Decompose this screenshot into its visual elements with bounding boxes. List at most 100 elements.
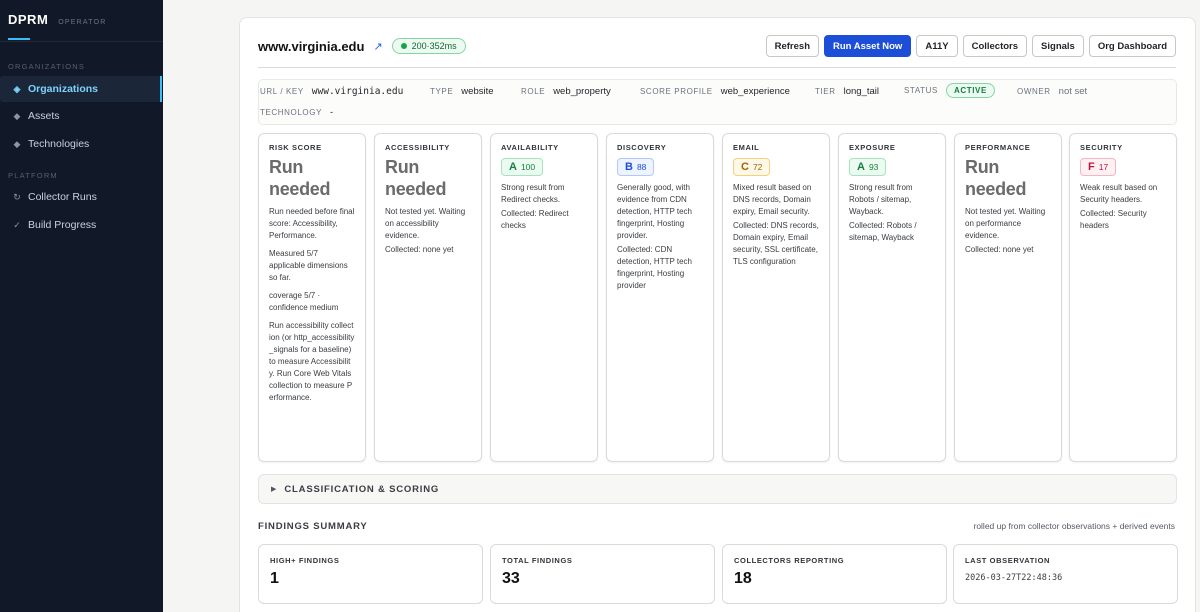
meta-profile-value: web_experience	[720, 86, 790, 97]
performance-card[interactable]: PERFORMANCE Run needed Not tested yet. W…	[954, 133, 1062, 462]
sidebar-item-technologies[interactable]: ◆ Technologies	[0, 131, 162, 157]
risk-score-card: RISK SCORE Run needed Run needed before …	[258, 133, 366, 462]
accessibility-label: ACCESSIBILITY	[385, 143, 450, 152]
performance-label: PERFORMANCE	[965, 143, 1031, 152]
refresh-icon: ↻	[13, 191, 21, 202]
stat-label: TOTAL FINDINGS	[502, 556, 573, 565]
stat-label: COLLECTORS REPORTING	[734, 556, 845, 565]
stat-total-findings: TOTAL FINDINGS 33	[490, 544, 715, 604]
exposure-label: EXPOSURE	[849, 143, 896, 152]
meta-role-value: web_property	[553, 86, 611, 97]
risk-score-label: RISK SCORE	[269, 143, 322, 152]
accessibility-status: Run needed	[385, 157, 447, 199]
exposure-collected: Collected: Robots / sitemap, Wayback	[849, 221, 917, 242]
asset-title: www.virginia.edu	[258, 38, 365, 54]
stat-last-observation: LAST OBSERVATION 2026-03-27T22:48:36	[953, 544, 1178, 604]
discovery-label: DISCOVERY	[617, 143, 667, 152]
brand-underline	[8, 38, 30, 40]
stat-label: LAST OBSERVATION	[965, 556, 1051, 565]
availability-card[interactable]: AVAILABILITY A 100 Strong result from Re…	[490, 133, 598, 462]
availability-grade-badge: A 100	[501, 158, 544, 176]
grade-score: 88	[636, 162, 647, 172]
accessibility-collected: Collected: none yet	[385, 245, 454, 254]
brand: DPRM OPERATOR	[0, 0, 163, 27]
app-name: DPRM	[8, 12, 49, 27]
accessibility-detail: Not tested yet. Waiting on accessibility…	[385, 207, 466, 240]
sidebar-item-label: Build Progress	[28, 219, 97, 231]
email-label: EMAIL	[733, 143, 760, 152]
grade-score: 17	[1098, 162, 1109, 172]
risk-score-detail: Run needed before final score: Accessibi…	[269, 207, 355, 240]
email-card[interactable]: EMAIL C 72 Mixed result based on DNS rec…	[722, 133, 830, 462]
stat-value: 2026-03-27T22:48:36	[965, 573, 1063, 583]
external-link-icon[interactable]: ↗	[373, 40, 382, 53]
refresh-button[interactable]: Refresh	[765, 35, 819, 57]
findings-summary-title: FINDINGS SUMMARY	[258, 521, 368, 532]
app-subtitle: OPERATOR	[58, 19, 107, 26]
discovery-grade-badge: B 88	[617, 158, 655, 176]
availability-detail: Strong result from Redirect checks.	[501, 183, 565, 204]
availability-label: AVAILABILITY	[501, 143, 559, 152]
grade-score: 93	[868, 162, 879, 172]
risk-score-confidence: coverage 5/7 · confidence medium	[269, 291, 339, 312]
meta-technology: TECHNOLOGY -	[260, 107, 333, 118]
performance-status: Run needed	[965, 157, 1027, 199]
security-detail: Weak result based on Security headers.	[1080, 183, 1158, 204]
security-collected: Collected: Security headers	[1080, 209, 1147, 230]
meta-tier-value: long_tail	[843, 86, 880, 97]
meta-role-label: ROLE	[521, 87, 546, 96]
asset-header: www.virginia.edu ↗ 200·352ms	[258, 38, 466, 54]
sidebar-item-label: Technologies	[28, 138, 90, 150]
status-badge: ACTIVE	[945, 83, 995, 98]
grade-letter: C	[741, 161, 749, 173]
signals-button[interactable]: Signals	[1032, 35, 1084, 57]
diamond-small-icon: ◆	[13, 110, 21, 121]
sidebar-item-label: Assets	[28, 110, 60, 122]
org-dashboard-button[interactable]: Org Dashboard	[1088, 35, 1176, 57]
security-grade-badge: F 17	[1080, 158, 1117, 176]
security-card[interactable]: SECURITY F 17 Weak result based on Secur…	[1069, 133, 1177, 462]
exposure-card[interactable]: EXPOSURE A 93 Strong result from Robots …	[838, 133, 946, 462]
grade-letter: A	[509, 161, 517, 173]
meta-url-value: www.virginia.edu	[311, 86, 404, 97]
asset-meta: URL / KEY www.virginia.edu TYPE website RO…	[258, 79, 1177, 125]
email-collected: Collected: DNS records, Domain expiry, E…	[733, 221, 819, 266]
meta-tier-label: TIER	[815, 87, 836, 96]
sidebar-item-collector-runs[interactable]: ↻ Collector Runs	[0, 184, 162, 210]
meta-profile-label: SCORE PROFILE	[640, 87, 713, 96]
meta-status-label: STATUS	[904, 86, 938, 95]
classification-label: CLASSIFICATION & SCORING	[284, 483, 440, 495]
risk-score-coverage: Measured 5/7 applicable dimensions so fa…	[269, 249, 348, 282]
meta-tech-label: TECHNOLOGY	[260, 108, 323, 117]
grade-letter: B	[625, 161, 633, 173]
performance-detail: Not tested yet. Waiting on performance e…	[965, 207, 1046, 240]
meta-type: TYPE website	[430, 86, 494, 97]
sidebar-section-platform: PLATFORM	[8, 171, 58, 180]
grade-score: 72	[752, 162, 763, 172]
meta-status: STATUS ACTIVE	[904, 83, 995, 98]
sidebar-item-assets[interactable]: ◆ Assets	[0, 103, 162, 129]
grade-letter: A	[857, 161, 865, 173]
meta-role: ROLE web_property	[521, 86, 611, 97]
sidebar-item-organizations[interactable]: ◈ Organizations	[0, 76, 162, 102]
security-label: SECURITY	[1080, 143, 1123, 152]
latency-badge: 200·352ms	[391, 38, 466, 54]
a11y-button[interactable]: A11Y	[916, 35, 958, 57]
asset-detail-card: www.virginia.edu ↗ 200·352ms Refresh Run…	[239, 17, 1196, 612]
classification-scoring-toggle[interactable]: ▶ CLASSIFICATION & SCORING	[258, 474, 1177, 504]
expand-triangle-icon: ▶	[271, 486, 277, 493]
accessibility-card[interactable]: ACCESSIBILITY Run needed Not tested yet.…	[374, 133, 482, 462]
sidebar-item-build-progress[interactable]: ✓ Build Progress	[0, 212, 162, 238]
diamond-icon: ◈	[13, 83, 21, 94]
availability-collected: Collected: Redirect checks	[501, 209, 569, 230]
run-asset-now-button[interactable]: Run Asset Now	[824, 35, 912, 57]
risk-score-status: Run needed	[269, 157, 331, 199]
discovery-card[interactable]: DISCOVERY B 88 Generally good, with evid…	[606, 133, 714, 462]
collectors-button[interactable]: Collectors	[962, 35, 1028, 57]
meta-owner-label: OWNER	[1017, 87, 1051, 96]
risk-score-guidance: Run accessibility collection (or http_ac…	[269, 321, 355, 402]
toolbar: Refresh Run Asset Now A11Y Collectors Si…	[765, 35, 1176, 57]
sidebar-item-label: Collector Runs	[28, 191, 97, 203]
exposure-grade-badge: A 93	[849, 158, 887, 176]
stat-high-findings: HIGH+ FINDINGS 1	[258, 544, 483, 604]
